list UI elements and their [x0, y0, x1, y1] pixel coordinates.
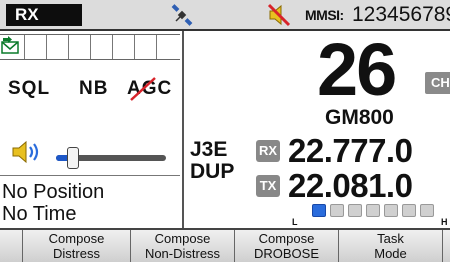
soft-key-line1: Compose — [48, 231, 105, 246]
volume-slider-knob[interactable] — [67, 147, 79, 169]
tx-frequency: 22.081.0 — [288, 167, 413, 204]
power-meter-segment — [312, 204, 326, 217]
ch-badge: CH — [425, 72, 450, 94]
grid-cell — [46, 35, 47, 59]
left-status-panel: SQL NB AGC No Position No Time — [0, 31, 184, 228]
compose-non-distress-button[interactable]: Compose Non-Distress — [130, 230, 234, 262]
tx-frequency-badge: TX — [256, 175, 280, 197]
grid-cell — [68, 35, 69, 59]
compose-distress-button[interactable]: Compose Distress — [22, 230, 130, 262]
channel-status-grid — [0, 34, 180, 60]
satellite-icon — [171, 4, 193, 26]
compose-drobose-button[interactable]: Compose DROBOSE — [234, 230, 338, 262]
power-meter-segment — [348, 204, 362, 217]
agc-off-strike-icon — [130, 77, 156, 101]
soft-key-line1: Task — [377, 231, 404, 246]
message-envelope-icon[interactable] — [0, 36, 22, 58]
soft-key-line2: Non-Distress — [144, 246, 221, 261]
grid-cell — [90, 35, 91, 59]
power-meter-segment — [420, 204, 434, 217]
grid-cell — [24, 35, 25, 59]
mmsi-value: 123456789 — [352, 3, 450, 26]
channel-number: 26 — [317, 28, 397, 111]
power-meter-segment — [402, 204, 416, 217]
soft-key-line1: Compose — [258, 231, 315, 246]
mmsi-label: MMSI: — [305, 7, 344, 23]
grid-cell — [156, 35, 157, 59]
task-mode-button[interactable]: Task Mode — [338, 230, 442, 262]
position-status: No Position — [2, 181, 105, 203]
soft-key-line2: DROBOSE — [253, 246, 319, 261]
soft-key-line2: Distress — [53, 246, 100, 261]
speaker-muted-icon — [267, 3, 291, 27]
channel-name: GM800 — [325, 106, 394, 129]
meter-high-label: H — [441, 217, 448, 227]
grid-cell — [134, 35, 135, 59]
power-meter-segment — [384, 204, 398, 217]
soft-key-bar: Compose Distress Compose Non-Distress Co… — [0, 228, 450, 262]
power-meter-segment — [330, 204, 344, 217]
divider — [0, 175, 180, 176]
soft-key-line1: Compose — [154, 231, 211, 246]
speaker-volume-icon — [12, 140, 39, 164]
soft-key-right-edge — [442, 230, 450, 262]
sql-indicator[interactable]: SQL — [8, 78, 50, 100]
power-level-meter — [312, 204, 442, 220]
volume-slider[interactable] — [56, 147, 166, 169]
rx-mode-badge: RX — [6, 4, 82, 26]
rx-frequency-badge: RX — [256, 140, 280, 162]
grid-cell — [112, 35, 113, 59]
status-bar: RX MMSI: 123456789 — [0, 0, 450, 31]
power-meter-segment — [366, 204, 380, 217]
soft-key-line2: Mode — [374, 246, 407, 261]
duplex-label: DUP — [190, 160, 235, 183]
emission-mode-label: J3E — [190, 138, 228, 161]
time-status: No Time — [2, 203, 77, 225]
nb-indicator[interactable]: NB — [79, 78, 108, 100]
soft-key-left-edge — [0, 230, 22, 262]
rx-frequency: 22.777.0 — [288, 132, 413, 169]
meter-low-label: L — [292, 217, 298, 227]
